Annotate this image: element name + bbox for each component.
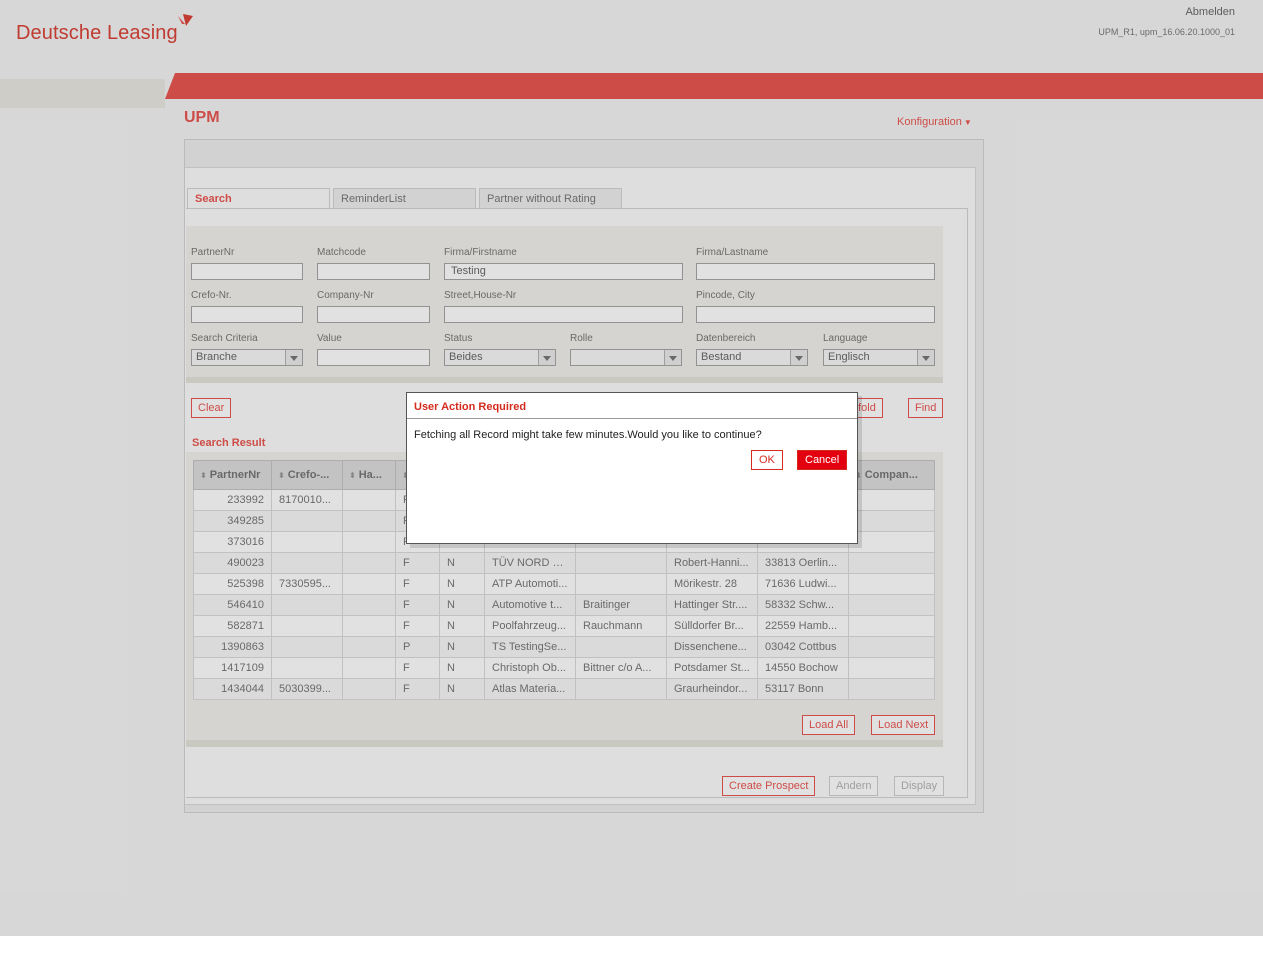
dialog-message: Fetching all Record might take few minut… (414, 429, 762, 441)
user-action-dialog: User Action Required Fetching all Record… (406, 392, 858, 544)
ok-button[interactable]: OK (751, 450, 783, 470)
dialog-title: User Action Required (407, 393, 857, 419)
cancel-button[interactable]: Cancel (797, 450, 848, 470)
